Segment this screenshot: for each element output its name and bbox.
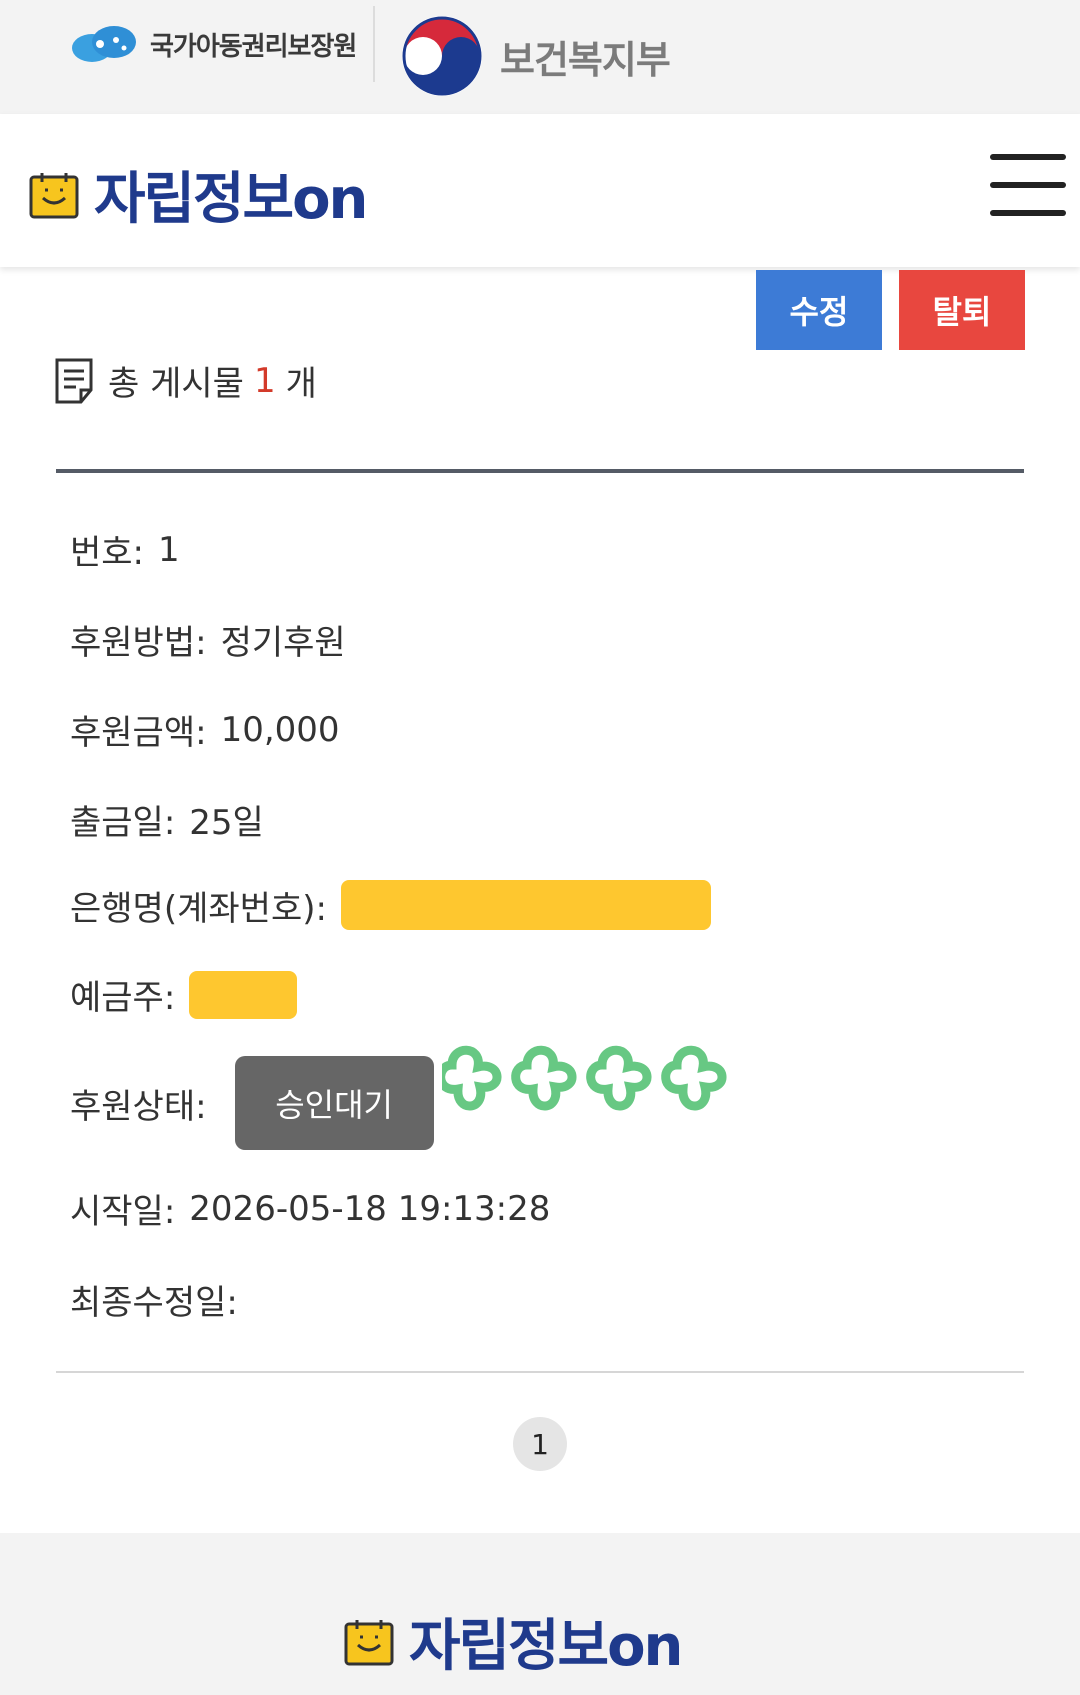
status-badge[interactable]: 승인대기 <box>234 1056 434 1150</box>
status-label: 후원상태: <box>70 1086 207 1127</box>
withdraw-day-row: 출금일: 25일 <box>70 795 264 844</box>
bank-redaction <box>340 880 711 930</box>
bank-label: 은행명(계좌번호): <box>70 888 327 929</box>
edit-button[interactable]: 수정 <box>756 270 882 350</box>
document-icon <box>55 358 93 403</box>
method-row: 후원방법: 정기후원 <box>70 615 346 664</box>
list-top-divider <box>56 469 1024 473</box>
withdraw-day-value: 25일 <box>189 803 264 843</box>
mohw-logo[interactable]: 보건복지부 <box>400 14 671 98</box>
smiley-notebook-icon <box>344 1619 394 1665</box>
post-count-prefix: 총 게시물 <box>108 364 244 404</box>
start-value: 2026-05-18 19:13:28 <box>189 1188 551 1229</box>
hamburger-menu-icon[interactable] <box>990 154 1066 218</box>
start-label: 시작일: <box>70 1192 176 1232</box>
list-bottom-divider <box>56 1371 1024 1373</box>
holder-label: 예금주: <box>70 978 176 1018</box>
modified-label: 최종수정일: <box>70 1283 238 1323</box>
brand-name: 자립정보on <box>94 167 368 232</box>
site-header: 자립정보on <box>0 114 1080 267</box>
footer-brand-name: 자립정보on <box>409 1614 683 1679</box>
brand-logo[interactable]: 자립정보on <box>28 154 368 235</box>
smiley-notebook-icon <box>29 172 79 218</box>
number-value: 1 <box>158 529 180 570</box>
number-label: 번호: <box>70 533 145 573</box>
withdraw-button[interactable]: 탈퇴 <box>899 270 1025 350</box>
ncrc-cloud-icon <box>72 26 136 62</box>
method-value: 정기후원 <box>220 623 346 663</box>
holder-row: 예금주: <box>70 970 298 1019</box>
pagination-page-1[interactable]: 1 <box>513 1417 567 1471</box>
mohw-name: 보건복지부 <box>500 37 671 82</box>
ncrc-logo[interactable]: 국가아동권리보장원 <box>70 22 357 66</box>
partner-divider <box>373 6 375 82</box>
taegeuk-icon <box>402 16 482 96</box>
bank-row: 은행명(계좌번호): <box>70 880 711 930</box>
amount-row: 후원금액: 10,000 <box>70 705 340 754</box>
site-footer: 자립정보on <box>0 1533 1080 1695</box>
partner-bar: 국가아동권리보장원 보건복지부 <box>0 0 1080 114</box>
holder-redaction <box>189 970 298 1019</box>
amount-label: 후원금액: <box>70 713 207 753</box>
clover-doodle <box>442 1045 727 1111</box>
amount-value: 10,000 <box>220 709 340 750</box>
ncrc-name: 국가아동권리보장원 <box>150 31 357 62</box>
withdraw-day-label: 출금일: <box>70 803 176 843</box>
footer-brand-logo[interactable]: 자립정보on <box>343 1601 683 1682</box>
post-count: 총 게시물 1 개 <box>54 356 317 405</box>
start-date-row: 시작일: 2026-05-18 19:13:28 <box>70 1184 550 1233</box>
status-row: 후원상태: 승인대기 <box>70 1056 434 1150</box>
post-count-number: 1 <box>253 360 276 401</box>
method-label: 후원방법: <box>70 623 207 663</box>
modified-date-row: 최종수정일: <box>70 1275 252 1324</box>
post-count-suffix: 개 <box>285 364 317 404</box>
record-number-row: 번호: 1 <box>70 525 180 574</box>
